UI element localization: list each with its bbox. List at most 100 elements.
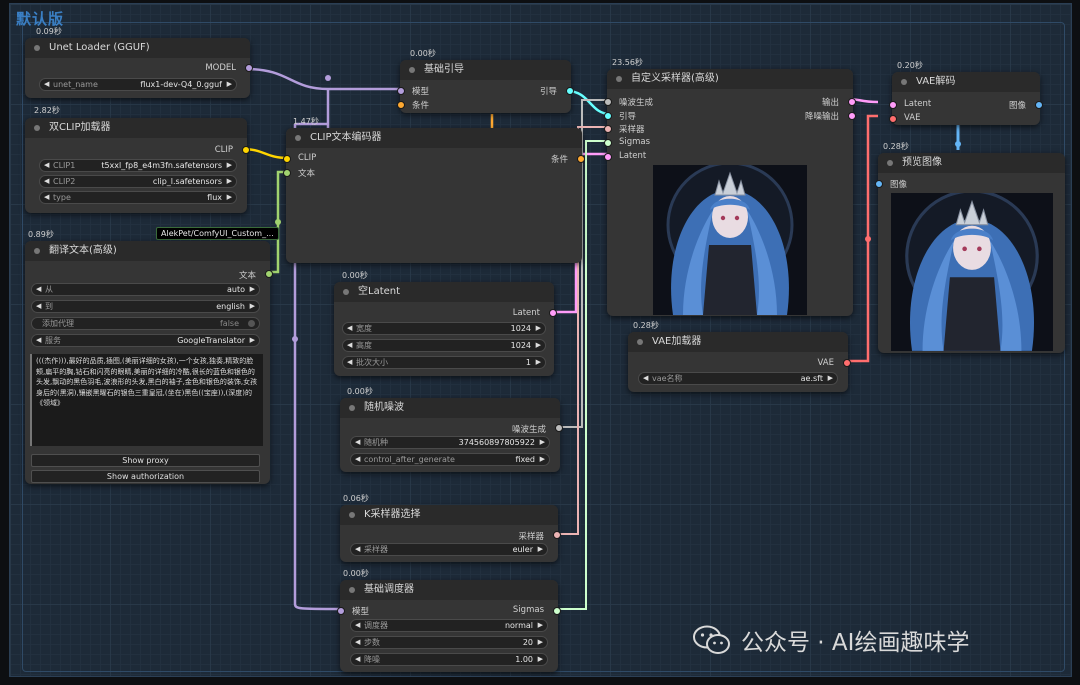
preview-output-image (891, 193, 1053, 351)
collapse-dot-icon[interactable] (34, 125, 40, 131)
widget-clip2[interactable]: ◀ CLIP2 clip_l.safetensors ▶ (39, 175, 237, 188)
node-ksampler-select[interactable]: K采样器选择 采样器 ◀ 采样器 euler ▶ (340, 505, 561, 562)
output-pin[interactable] (553, 531, 561, 539)
reroute-dot (275, 219, 281, 225)
widget-sampler[interactable]: ◀ 采样器 euler ▶ (350, 543, 548, 556)
output-pin[interactable] (843, 359, 851, 367)
widget-seed[interactable]: ◀ 随机种 374560897805922 ▶ (350, 436, 550, 449)
collapse-dot-icon[interactable] (343, 289, 349, 295)
node-basic-scheduler[interactable]: 基础调度器 模型 Sigmas ◀ 调度器 normal ▶ ◀ 步数 20 ▶ ◀ 降噪 1.… (337, 580, 561, 672)
widget-height[interactable]: ◀ 高度 1024 ▶ (342, 339, 546, 352)
input-pin[interactable] (337, 607, 345, 615)
collapse-dot-icon[interactable] (349, 512, 355, 518)
output-pin[interactable] (577, 155, 585, 163)
output-pin[interactable] (242, 146, 250, 154)
show-authorization-button[interactable]: Show authorization (31, 470, 260, 483)
collapse-dot-icon[interactable] (349, 587, 355, 593)
widget-denoise[interactable]: ◀ 降噪 1.00 ▶ (350, 653, 548, 666)
widget-to[interactable]: ◀ 到 english ▶ (31, 300, 260, 313)
node-custom-sampler-advanced[interactable]: 自定义采样器(高级) 噪波生成 引导 采样器 Sigmas Latent 输出 … (604, 69, 856, 316)
output-label: Latent (512, 308, 540, 318)
collapse-dot-icon[interactable] (295, 135, 301, 141)
show-proxy-button[interactable]: Show proxy (31, 454, 260, 467)
output-pin[interactable] (1035, 101, 1043, 109)
input-pin[interactable] (397, 87, 405, 95)
input-pin[interactable] (397, 101, 405, 109)
widget-steps[interactable]: ◀ 步数 20 ▶ (350, 636, 548, 649)
widget-service[interactable]: ◀ 服务 GoogleTranslator ▶ (31, 334, 260, 347)
input-label: 模型 (412, 87, 430, 97)
widget-proxy-toggle[interactable]: 添加代理 false (31, 317, 260, 330)
timing-badge: 0.00秒 (410, 49, 436, 58)
input-pin[interactable] (875, 180, 883, 188)
toggle-icon[interactable] (248, 320, 255, 327)
widget-clip1[interactable]: ◀ CLIP1 t5xxl_fp8_e4m3fn.safetensors ▶ (39, 159, 237, 172)
output-pin[interactable] (265, 270, 273, 278)
node-basic-guider[interactable]: 基础引导 模型 条件 引导 (397, 60, 574, 113)
input-label: 文本 (298, 169, 316, 179)
widget-type[interactable]: ◀ type flux ▶ (39, 191, 237, 204)
node-preview-image[interactable]: 预览图像 图像 (875, 153, 1065, 353)
input-pin[interactable] (604, 125, 612, 133)
node-source-tooltip: AlekPet/ComfyUI_Custom_... (156, 227, 279, 240)
node-vae-loader[interactable]: VAE加载器 VAE ◀ vae名称 ae.sft ▶ (628, 332, 851, 392)
node-translate-text[interactable]: 翻译文本(高级) 文本 ◀ 从 auto ▶ ◀ 到 english ▶ 添加代理 false… (25, 241, 273, 484)
output-label: 采样器 (518, 532, 544, 542)
output-pin[interactable] (566, 87, 574, 95)
input-pin[interactable] (604, 139, 612, 147)
widget-width[interactable]: ◀ 宽度 1024 ▶ (342, 322, 546, 335)
collapse-dot-icon[interactable] (616, 76, 622, 82)
node-vae-decode[interactable]: VAE解码 Latent VAE 图像 (889, 72, 1043, 125)
timing-badge: 1.47秒 (293, 117, 319, 126)
node-title: K采样器选择 (364, 509, 421, 520)
input-pin[interactable] (604, 153, 612, 161)
collapse-dot-icon[interactable] (349, 405, 355, 411)
widget-vae-name[interactable]: ◀ vae名称 ae.sft ▶ (638, 372, 838, 385)
reroute-dot (955, 141, 961, 147)
sampler-preview-image (653, 165, 807, 315)
reroute-dot (292, 336, 298, 342)
widget-batch-size[interactable]: ◀ 批次大小 1 ▶ (342, 356, 546, 369)
collapse-dot-icon[interactable] (637, 339, 643, 345)
widget-control-after-generate[interactable]: ◀ control_after_generate fixed ▶ (350, 453, 550, 466)
input-pin[interactable] (604, 112, 612, 120)
node-title: 基础调度器 (364, 584, 414, 595)
collapse-dot-icon[interactable] (34, 248, 40, 254)
output-pin[interactable] (848, 112, 856, 120)
input-pin[interactable] (604, 98, 612, 106)
collapse-dot-icon[interactable] (887, 160, 893, 166)
output-pin[interactable] (549, 309, 557, 317)
wire-model (245, 67, 400, 91)
node-empty-latent[interactable]: 空Latent Latent ◀ 宽度 1024 ▶ ◀ 高度 1024 ▶ ◀ 批次大小 1 ▶ (334, 282, 557, 376)
output-pin[interactable] (848, 98, 856, 106)
widget-from[interactable]: ◀ 从 auto ▶ (31, 283, 260, 296)
node-clip-text-encoder[interactable]: CLIP文本编码器 CLIP 文本 条件 (283, 128, 585, 263)
node-title: 预览图像 (902, 157, 942, 168)
input-label: Sigmas (619, 137, 651, 147)
output-pin[interactable] (555, 424, 563, 432)
output-pin[interactable] (553, 607, 561, 615)
output-label: VAE (817, 358, 834, 368)
node-canvas[interactable]: 默认版 0.09秒 Unet Loader (GGUF) MODEL ◀ une… (9, 3, 1072, 677)
output-label: 条件 (550, 155, 568, 165)
arrow-right-icon[interactable]: ▶ (227, 79, 232, 90)
collapse-dot-icon[interactable] (34, 45, 40, 51)
input-pin[interactable] (889, 115, 897, 123)
node-unet-loader[interactable]: Unet Loader (GGUF) MODEL ◀ unet_name flux1… (25, 38, 253, 98)
input-pin[interactable] (283, 155, 291, 163)
widget-unet-name[interactable]: ◀ unet_name flux1-dev-Q4_0.gguf ▶ (39, 78, 237, 91)
collapse-dot-icon[interactable] (409, 67, 415, 73)
input-label: 噪波生成 (619, 98, 654, 108)
prompt-textarea[interactable]: (((杰作))),最好的品质,插图,(美丽详细的女孩),一个女孩,独奏,精致的脸… (30, 354, 263, 446)
input-pin[interactable] (889, 101, 897, 109)
widget-scheduler[interactable]: ◀ 调度器 normal ▶ (350, 619, 548, 632)
node-random-noise[interactable]: 随机噪波 噪波生成 ◀ 随机种 374560897805922 ▶ ◀ control_… (340, 398, 563, 472)
output-pin[interactable] (245, 64, 253, 72)
input-pin[interactable] (283, 169, 291, 177)
arrow-left-icon[interactable]: ◀ (44, 79, 49, 90)
timing-badge: 0.06秒 (343, 494, 369, 503)
node-title: VAE加载器 (652, 336, 702, 347)
timing-badge: 0.09秒 (36, 27, 62, 36)
node-dual-clip[interactable]: 双CLIP加载器 CLIP ◀ CLIP1 t5xxl_fp8_e4m3fn.saf… (25, 118, 250, 213)
collapse-dot-icon[interactable] (901, 79, 907, 85)
